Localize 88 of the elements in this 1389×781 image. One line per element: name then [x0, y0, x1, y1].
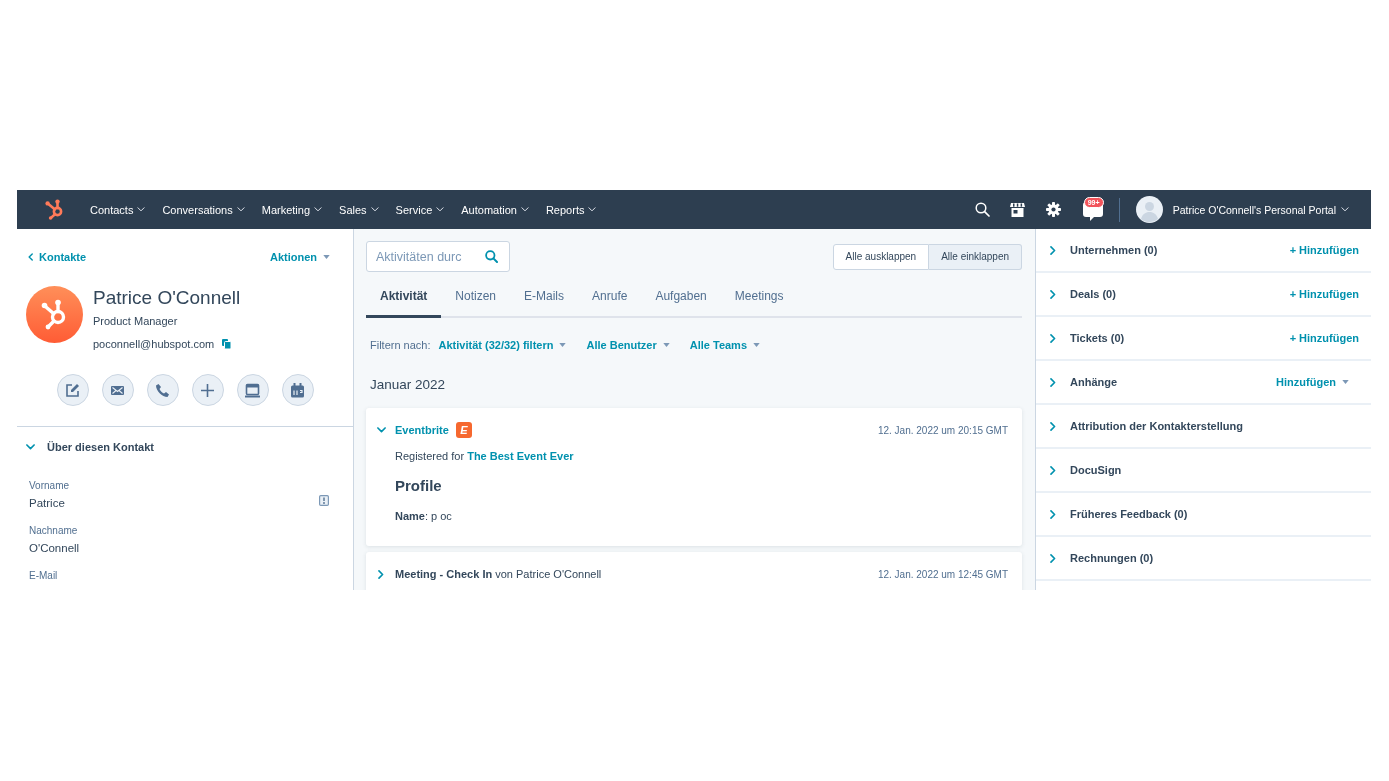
- caret-down-icon: [662, 343, 670, 347]
- section-toggle[interactable]: Über diesen Kontakt: [17, 427, 154, 467]
- caret-down-icon: [1342, 380, 1349, 384]
- section-toggle[interactable]: Unternehmen (0): [1050, 242, 1158, 258]
- month-heading: Januar 2022: [370, 376, 447, 394]
- section-toggle[interactable]: Früheres Feedback (0): [1050, 506, 1188, 522]
- add-button[interactable]: [191, 374, 224, 406]
- tab[interactable]: Anrufe: [578, 279, 642, 318]
- registration-text: Registered for The Best Event Ever: [395, 449, 575, 464]
- caret-down-icon: [753, 343, 761, 347]
- activity-title: Meeting - Check In von Patrice O'Connell: [395, 568, 602, 580]
- chevron-down-icon: [520, 207, 529, 212]
- tab[interactable]: Aktivität: [366, 279, 442, 318]
- info-box-icon[interactable]: [319, 495, 329, 506]
- chevron-down-icon: [314, 207, 323, 212]
- settings-icon[interactable]: [1045, 202, 1061, 217]
- job-title: Product Manager: [93, 314, 179, 328]
- profile-heading: Profile: [395, 476, 443, 496]
- chevron-down-icon[interactable]: [376, 427, 386, 433]
- copy-icon[interactable]: [222, 339, 232, 349]
- add-link[interactable]: + Hinzufügen: [1289, 242, 1359, 258]
- app-badge: E: [455, 422, 472, 438]
- property-value: O'Connell: [29, 541, 80, 556]
- activity-timestamp: 12. Jan. 2022 um 12:45 GMT: [877, 568, 1008, 580]
- nav-menu-item[interactable]: Conversations: [162, 202, 245, 217]
- section-toggle[interactable]: Attribution der Kontakterstellung: [1050, 418, 1243, 434]
- chevron-left-icon: [28, 253, 33, 261]
- chevron-down-icon: [588, 207, 597, 212]
- chevron-down-icon: [137, 207, 146, 212]
- chevron-right-icon[interactable]: [378, 569, 384, 579]
- caret-down-icon: [323, 255, 330, 259]
- add-link[interactable]: + Hinzufügen: [1289, 330, 1359, 346]
- meeting-button[interactable]: [281, 374, 314, 406]
- section-toggle[interactable]: Deals (0): [1050, 286, 1116, 302]
- filter-label: Filtern nach:: [370, 338, 431, 353]
- section-toggle[interactable]: Tickets (0): [1050, 330, 1125, 346]
- add-link[interactable]: + Hinzufügen: [1289, 286, 1359, 302]
- property-label: Vorname: [29, 479, 70, 492]
- activity-title-link[interactable]: Eventbrite: [395, 424, 449, 436]
- storefront-icon[interactable]: [1009, 202, 1025, 217]
- plus-icon: [200, 382, 215, 398]
- monitor-icon: [245, 382, 260, 398]
- actions-dropdown[interactable]: Aktionen: [269, 249, 330, 265]
- chevron-down-icon: [1341, 207, 1349, 212]
- tab[interactable]: E-Mails: [510, 279, 579, 318]
- search-field[interactable]: Aktivitäten durc: [366, 241, 510, 272]
- nav-menu-item[interactable]: Reports: [545, 202, 597, 217]
- toggle-button[interactable]: Alle einklappen: [929, 243, 1022, 270]
- chevron-down-icon: [370, 207, 379, 212]
- property-label: Nachname: [29, 524, 79, 537]
- activity-timestamp: 12. Jan. 2022 um 20:15 GMT: [877, 424, 1008, 436]
- property-value: Patrice: [29, 496, 66, 511]
- account-menu[interactable]: Patrice O'Connell's Personal Portal: [1172, 203, 1349, 216]
- chevron-down-icon: [436, 207, 445, 212]
- nav-menu-item[interactable]: Service: [395, 202, 445, 217]
- email-button[interactable]: [101, 374, 134, 406]
- note-button[interactable]: [56, 374, 89, 406]
- contact-email: poconnell@hubspot.com: [93, 337, 215, 351]
- task-button[interactable]: [236, 374, 269, 406]
- avatar-icon[interactable]: [1135, 196, 1163, 223]
- nav-menu-item[interactable]: Sales: [339, 202, 379, 217]
- add-dropdown[interactable]: Hinzufügen: [1276, 374, 1349, 390]
- event-link[interactable]: The Best Event Ever: [467, 450, 574, 462]
- filter-dropdown[interactable]: Aktivität (32/32) filtern: [438, 337, 567, 353]
- back-link[interactable]: Kontakte: [28, 249, 87, 265]
- phone-icon: [155, 382, 170, 398]
- section-toggle[interactable]: Anhänge: [1050, 374, 1118, 390]
- nav-menu-item[interactable]: Marketing: [261, 202, 323, 217]
- contact-name: Patrice O'Connell: [93, 287, 241, 309]
- call-button[interactable]: [146, 374, 179, 406]
- filter-dropdown[interactable]: Alle Benutzer: [586, 337, 670, 353]
- profile-detail: Name: p oc: [395, 509, 453, 524]
- nav-menu-item[interactable]: Automation: [461, 202, 529, 217]
- section-toggle[interactable]: DocuSign: [1050, 462, 1122, 478]
- search-icon[interactable]: [974, 202, 990, 217]
- edit-icon: [65, 382, 80, 398]
- tab[interactable]: Meetings: [720, 279, 798, 318]
- chevron-down-icon: [236, 207, 245, 212]
- caret-down-icon: [559, 343, 567, 347]
- section-toggle[interactable]: Rechnungen (0): [1050, 550, 1154, 566]
- sprocket-logo-icon[interactable]: [45, 199, 65, 220]
- property-label: E-Mail: [29, 569, 58, 582]
- tab[interactable]: Notizen: [441, 279, 511, 318]
- toggle-button[interactable]: Alle ausklappen: [832, 243, 930, 270]
- tab[interactable]: Aufgaben: [641, 279, 721, 318]
- sprocket-avatar-icon: [26, 286, 83, 343]
- calendar-icon: [290, 382, 305, 398]
- nav-menu-item[interactable]: Contacts: [90, 202, 146, 217]
